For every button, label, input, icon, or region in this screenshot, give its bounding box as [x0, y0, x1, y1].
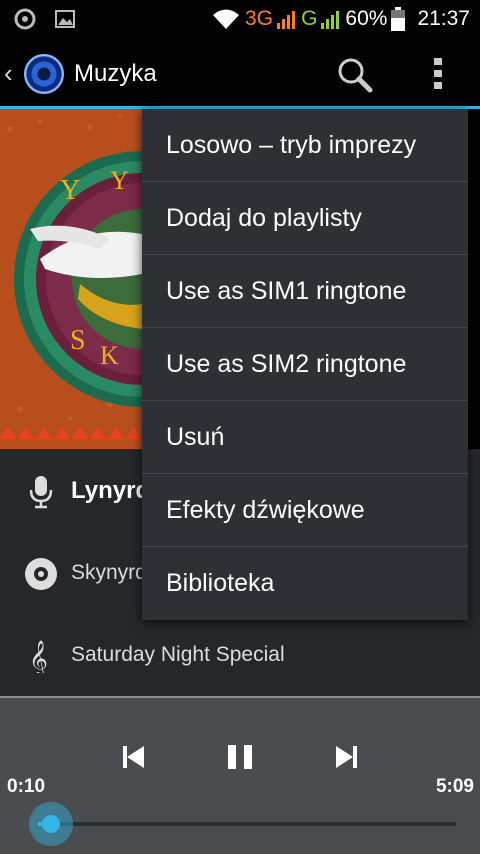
battery-percent: 60%	[345, 7, 388, 30]
signal-icon	[277, 9, 296, 29]
previous-track-icon[interactable]	[114, 740, 154, 774]
disc-icon	[25, 558, 57, 590]
seek-bar-thumb[interactable]	[29, 802, 73, 846]
menu-item[interactable]: Dodaj do playlisty	[142, 182, 468, 255]
svg-text:Y: Y	[60, 175, 80, 206]
menu-item[interactable]: Losowo – tryb imprezy	[142, 109, 468, 182]
menu-item[interactable]: Usuń	[142, 401, 468, 474]
treble-clef-icon: 𝄞	[29, 639, 48, 673]
network-3g-label: 3G	[245, 7, 274, 30]
total-duration: 5:09	[435, 776, 474, 797]
overflow-menu-icon[interactable]	[426, 56, 450, 92]
back-chevron-icon[interactable]: ‹	[4, 58, 13, 89]
page-title: Muzyka	[74, 60, 157, 87]
music-app-icon[interactable]	[24, 54, 64, 94]
album-art: Y S K Y	[0, 109, 142, 449]
seek-bar[interactable]	[38, 822, 456, 826]
svg-text:𝄞: 𝄞	[29, 639, 48, 673]
network-g-label: G	[301, 7, 318, 30]
microphone-icon	[29, 476, 53, 509]
svg-text:Y: Y	[110, 166, 129, 195]
player-divider	[0, 696, 480, 698]
menu-item[interactable]: Use as SIM1 ringtone	[142, 255, 468, 328]
action-bar: ‹ Muzyka	[0, 38, 480, 106]
overflow-menu: Losowo – tryb imprezy Dodaj do playlisty U…	[142, 109, 468, 620]
next-track-icon[interactable]	[326, 740, 366, 774]
svg-text:S: S	[70, 325, 86, 356]
elapsed-time: 0:10	[7, 776, 46, 797]
playback-panel: 0:10 5:09	[0, 696, 480, 854]
pause-icon[interactable]	[220, 740, 260, 774]
battery-icon	[391, 7, 406, 31]
song-row[interactable]: 𝄞 Saturday Night Special	[0, 621, 480, 691]
search-icon[interactable]	[336, 56, 374, 94]
clock: 21:37	[417, 7, 470, 30]
menu-item[interactable]: Efekty dźwiękowe	[142, 474, 468, 547]
settings-notification-icon	[14, 8, 36, 30]
wifi-icon	[213, 9, 240, 29]
svg-text:K: K	[100, 341, 119, 370]
menu-item[interactable]: Use as SIM2 ringtone	[142, 328, 468, 401]
menu-item[interactable]: Biblioteka	[142, 547, 468, 620]
signal-2-icon	[321, 9, 340, 29]
song-title: Saturday Night Special	[71, 643, 285, 666]
status-bar: 3G G 60% 21:37	[0, 0, 480, 38]
image-notification-icon	[55, 10, 75, 28]
